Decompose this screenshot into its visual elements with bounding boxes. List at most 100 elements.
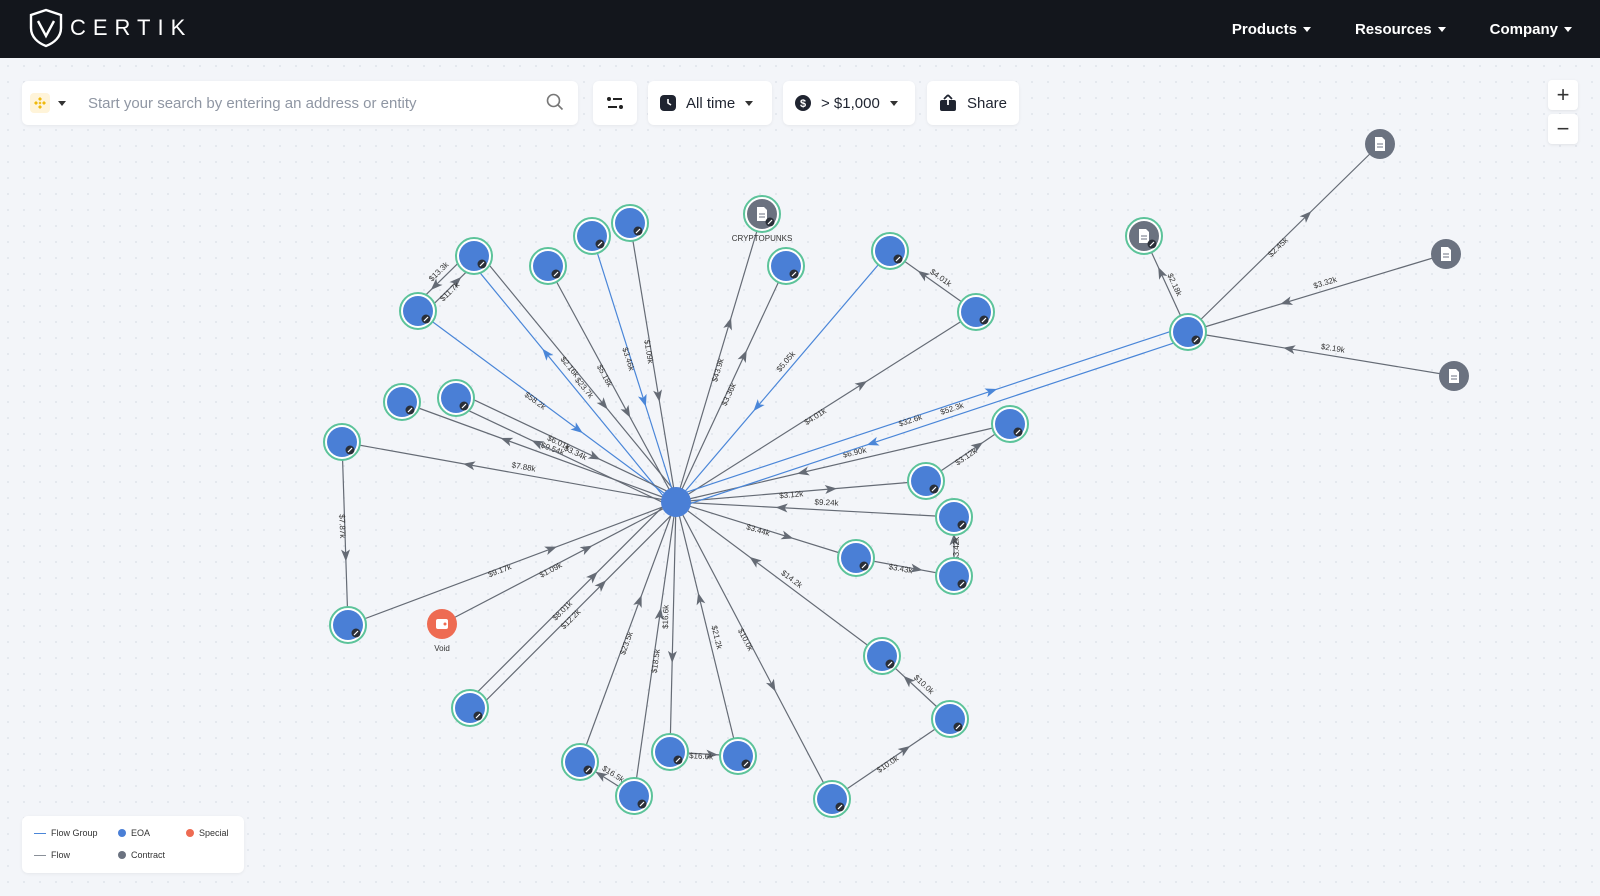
eoa-node[interactable]: [935, 498, 973, 536]
eoa-node[interactable]: [573, 217, 611, 255]
edge-amount-label: $23.7k: [573, 376, 596, 401]
arrow-icon: [1283, 345, 1296, 355]
flow-edge[interactable]: $6.01k: [458, 392, 679, 498]
arrow-icon: [587, 450, 601, 460]
edge-amount-label: $9.24k: [814, 497, 839, 507]
eoa-node[interactable]: [329, 606, 367, 644]
time-range-label: All time: [686, 94, 736, 112]
flow-edge[interactable]: $10.0k: [831, 718, 951, 800]
legend-eoa: EOA: [118, 828, 150, 838]
flow-group-line-icon: [34, 832, 46, 834]
flow-edge-line[interactable]: [675, 213, 763, 503]
edge-amount-label: $16.6k: [689, 751, 715, 761]
time-range-dropdown[interactable]: All time: [648, 81, 772, 125]
eoa-node[interactable]: [907, 462, 945, 500]
flow-edge[interactable]: $12.2k: [473, 505, 681, 713]
zoom-in-button[interactable]: +: [1548, 80, 1578, 110]
flow-edge-line[interactable]: [347, 501, 677, 626]
search-icon[interactable]: [546, 93, 564, 111]
edge-amount-label: $10.0k: [912, 673, 936, 697]
contract-node[interactable]: [1431, 239, 1461, 269]
fund-flow-graph[interactable]: $23.7k$2.16k $58.2k $11.7k$13.3k $5.18k $3.4…: [0, 0, 1600, 896]
eoa-node[interactable]: [871, 232, 909, 270]
center-address-node[interactable]: [661, 487, 691, 517]
edge-amount-label: $1.09k: [538, 560, 564, 580]
eoa-node[interactable]: [813, 780, 851, 818]
flow-edge[interactable]: $2.16k: [478, 251, 682, 499]
flow-edge-line[interactable]: [1187, 253, 1447, 333]
amount-filter-label: > $1,000: [821, 94, 880, 112]
eoa-node[interactable]: [651, 733, 689, 771]
flow-edge-line[interactable]: [675, 501, 883, 657]
arrow-icon: [637, 393, 647, 407]
flow-edge-line[interactable]: [675, 250, 891, 503]
flow-edge-line[interactable]: [478, 251, 682, 499]
arrow-icon: [633, 595, 642, 608]
flow-edge[interactable]: $7.87k: [337, 441, 351, 626]
flow-edge-line[interactable]: [675, 501, 739, 757]
search-input[interactable]: [86, 93, 530, 113]
flow-edge[interactable]: $2.19k: [1187, 331, 1455, 377]
eoa-node[interactable]: [615, 777, 653, 815]
eoa-node[interactable]: [1169, 313, 1207, 351]
eoa-node[interactable]: [451, 689, 489, 727]
flow-edge[interactable]: $43.9k: [675, 213, 763, 503]
legend-contract-label: Contract: [131, 850, 166, 860]
eoa-node[interactable]: [561, 743, 599, 781]
eoa-node[interactable]: [437, 379, 475, 417]
amount-filter-dropdown[interactable]: $ > $1,000: [783, 81, 915, 125]
contract-node[interactable]: CRYPTOPUNKS: [732, 195, 793, 243]
edge-amount-label: $3.46k: [620, 346, 636, 373]
edge-amount-label: $14.2k: [779, 568, 804, 590]
contract-node[interactable]: [1439, 361, 1469, 391]
flow-edge[interactable]: $14.2k: [675, 501, 883, 657]
flow-edge[interactable]: $16.6k: [661, 501, 677, 753]
eoa-node[interactable]: [957, 293, 995, 331]
flow-edge[interactable]: $9.17k: [347, 501, 677, 626]
sliders-icon: [607, 97, 623, 109]
eoa-node[interactable]: [529, 247, 567, 285]
eoa-node[interactable]: [767, 247, 805, 285]
eoa-node[interactable]: [991, 405, 1029, 443]
contract-node[interactable]: [1125, 217, 1163, 255]
eoa-node[interactable]: [455, 237, 493, 275]
arrow-icon: [596, 397, 608, 410]
flow-edge-line[interactable]: [468, 259, 672, 507]
zoom-out-button[interactable]: −: [1548, 114, 1578, 144]
filter-settings-button[interactable]: [593, 81, 637, 125]
flow-edge[interactable]: $3.32k: [1187, 253, 1447, 333]
arrow-icon: [984, 388, 998, 398]
eoa-node[interactable]: [719, 737, 757, 775]
edge-amount-label: $11.7k: [438, 280, 462, 304]
edge-amount-label: $43.9k: [710, 356, 726, 383]
edge-amount-label: $7.88k: [511, 460, 537, 473]
node-label: CRYPTOPUNKS: [732, 234, 793, 243]
legend-special-label: Special: [199, 828, 229, 838]
edge-amount-label: $10.0k: [875, 753, 901, 774]
flow-edge[interactable]: $3.12k: [675, 480, 927, 503]
flow-edge[interactable]: $23.7k: [468, 259, 672, 507]
eoa-node[interactable]: [931, 700, 969, 738]
flow-edge-line[interactable]: [401, 401, 677, 503]
edge-amount-label: $52.3k: [939, 400, 966, 416]
eoa-node[interactable]: [611, 204, 649, 242]
eoa-node[interactable]: [837, 539, 875, 577]
eoa-node[interactable]: [383, 383, 421, 421]
flow-edge[interactable]: $9.54k: [401, 401, 677, 503]
flow-edge[interactable]: $9.24k: [675, 497, 955, 518]
edge-amount-label: $9.17k: [487, 562, 514, 579]
share-button[interactable]: Share: [927, 81, 1019, 125]
eoa-node[interactable]: [935, 557, 973, 595]
eoa-node[interactable]: [323, 423, 361, 461]
eoa-node[interactable]: [399, 292, 437, 330]
contract-node[interactable]: [1365, 129, 1395, 159]
flow-edge[interactable]: $21.2k: [675, 501, 739, 757]
flow-edge-line[interactable]: [1187, 331, 1455, 377]
flow-edge[interactable]: $5.05k: [675, 250, 891, 503]
edge-amount-label: $5.05k: [775, 349, 798, 374]
special-node[interactable]: Void: [427, 609, 457, 653]
edge-amount-label: $5.18k: [595, 363, 615, 389]
eoa-node[interactable]: [863, 637, 901, 675]
chain-selector[interactable]: [30, 88, 76, 118]
edge-amount-label: $2.18k: [1165, 272, 1184, 298]
